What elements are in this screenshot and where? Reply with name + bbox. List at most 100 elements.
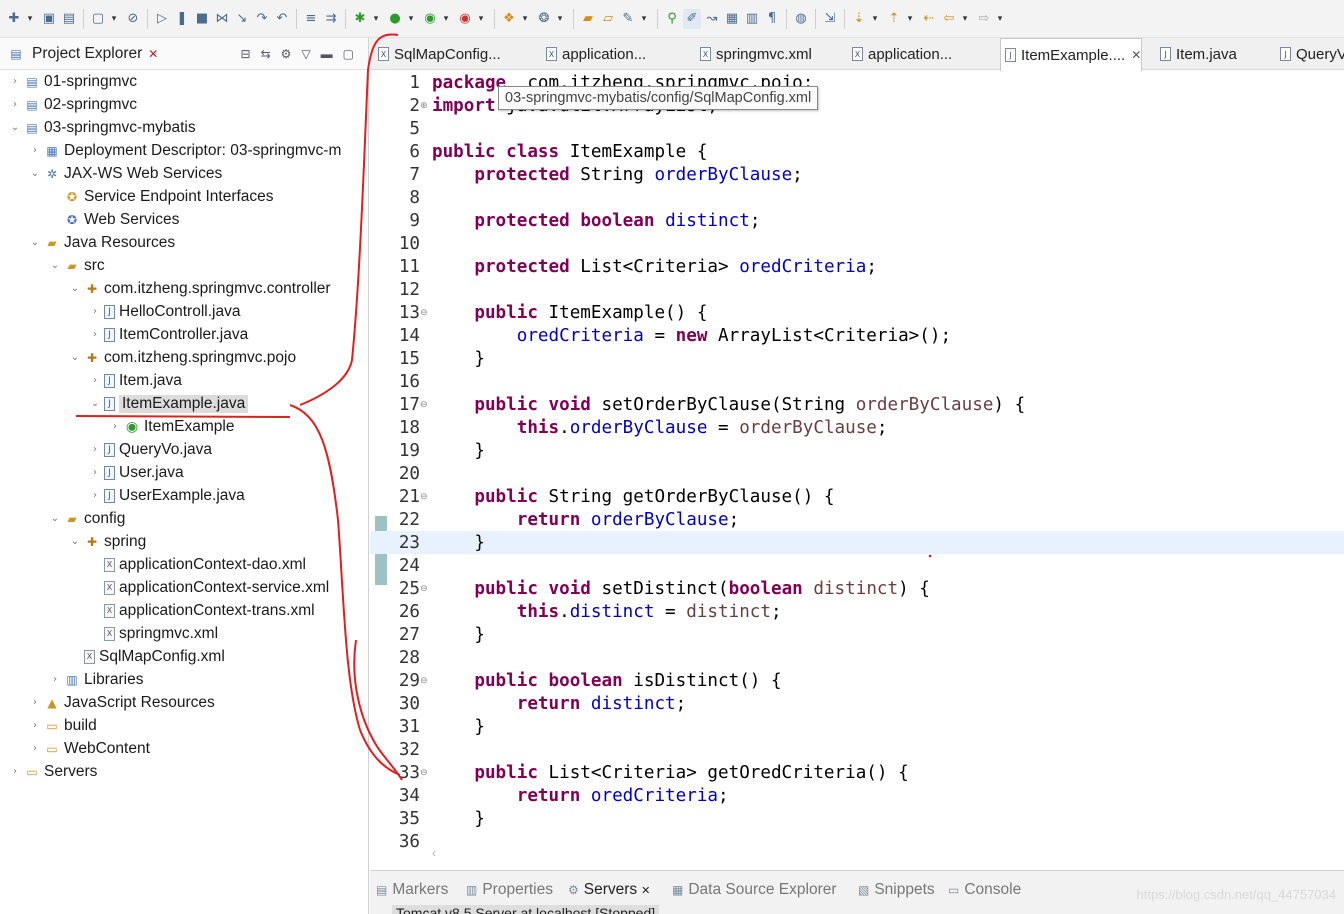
code-line[interactable]: 11 protected List<Criteria> oredCriteria… [370,255,1344,278]
collapse-all-icon[interactable]: ⊟ [241,47,251,61]
highlight-icon[interactable]: ✐ [683,8,701,29]
bottom-tab[interactable]: ▦ Data Source Explorer [672,879,837,901]
collapse-fold-icon[interactable]: ⊖ [420,676,430,686]
view-menu-icon[interactable]: ▽ [301,47,310,61]
expanded-chevron-icon[interactable]: ⌄ [28,168,42,179]
code-line[interactable]: 17 ⊖ public void setOrderByClause(String … [370,393,1344,416]
new-server-dropdown-icon[interactable]: ▾ [520,9,530,29]
editor-tab[interactable]: J ItemExample.... ✕ [1000,38,1143,71]
tree-item[interactable]: ⌄ ▰ config [48,507,126,530]
debug-dropdown-icon[interactable]: ▾ [371,9,381,29]
block-selection-icon[interactable]: ▦ [723,9,741,29]
search-dropdown-icon[interactable]: ▾ [639,9,649,29]
new-class-dropdown-icon[interactable]: ▾ [555,9,565,29]
code-line[interactable]: 6 public class ItemExample { [370,140,1344,163]
code-line[interactable]: 28 [370,646,1344,669]
code-line[interactable]: 29 ⊖ public boolean isDistinct() { [370,669,1344,692]
code-line[interactable]: 13 ⊖ public ItemExample() { [370,301,1344,324]
expanded-chevron-icon[interactable]: ⌄ [48,260,62,271]
suspend-icon[interactable]: ❚ [173,9,191,29]
tree-item[interactable]: › ◉ ItemExample [108,415,234,438]
step-into-icon[interactable]: ↘ [233,9,251,29]
coverage-dropdown-icon[interactable]: ▾ [441,9,451,29]
pilcrow-icon[interactable]: ¶ [763,9,781,29]
code-line[interactable]: 30 return distinct; [370,692,1344,715]
bottom-tab[interactable]: ▤ Markers [376,879,448,901]
collapsed-chevron-icon[interactable]: › [28,145,42,156]
code-line[interactable]: 33 ⊖ public List<Criteria> getOredCriteri… [370,761,1344,784]
code-line[interactable]: 5 [370,117,1344,140]
collapsed-chevron-icon[interactable]: › [88,467,102,478]
code-line[interactable]: 23 } [370,531,1344,554]
tree-item[interactable]: ✪ Service Endpoint Interfaces [48,185,274,208]
new-class-icon[interactable]: ❂ [535,9,553,29]
tree-item[interactable]: ⌄ ▰ Java Resources [28,231,175,254]
collapsed-chevron-icon[interactable]: › [28,720,42,731]
tree-item[interactable]: › ▤ 02-springmvc [8,93,137,116]
collapse-fold-icon[interactable]: ⊖ [420,584,430,594]
open-task-icon[interactable]: ▱ [599,9,617,29]
collapsed-chevron-icon[interactable]: › [108,421,122,432]
expanded-chevron-icon[interactable]: ⌄ [48,513,62,524]
open-perspective-icon[interactable]: ⇲ [821,9,839,29]
next-edit-icon[interactable]: ⇣ [850,9,868,29]
tree-item[interactable]: ⌄ ✚ com.itzheng.springmvc.controller [68,277,331,300]
disconnect-icon[interactable]: ⋈ [213,9,231,29]
editor-tab[interactable]: Xapplication... [848,38,952,70]
close-icon[interactable]: ✕ [148,47,158,61]
next-edit-dropdown-icon[interactable]: ▾ [870,9,880,29]
code-line[interactable]: 16 [370,370,1344,393]
tree-item[interactable]: › ▲ JavaScript Resources [28,691,215,714]
prev-edit-icon[interactable]: ⇡ [885,9,903,29]
screen-dropdown-icon[interactable]: ▾ [109,9,119,29]
new-dropdown-icon[interactable]: ▾ [25,9,35,29]
tree-item[interactable]: XapplicationContext-trans.xml [88,599,315,622]
tree-item[interactable]: › ▭ Servers [8,760,97,783]
external-tools-icon[interactable]: ◉ [456,9,474,29]
tree-item[interactable]: › J HelloControll.java [88,300,240,323]
tree-item[interactable]: X SqlMapConfig.xml [68,645,225,668]
save-all-icon[interactable]: ▤ [60,9,78,29]
collapsed-chevron-icon[interactable]: › [88,306,102,317]
prev-edit-dropdown-icon[interactable]: ▾ [905,9,915,29]
code-line[interactable]: 27 } [370,623,1344,646]
editor-tab[interactable]: X SqlMapConfig... [374,38,501,70]
code-line[interactable]: 34 return oredCriteria; [370,784,1344,807]
tree-item[interactable]: ⌄ ▤ 03-springmvc-mybatis [8,116,196,139]
collapse-fold-icon[interactable]: ⊖ [420,492,430,502]
coverage-icon[interactable]: ◉ [421,9,439,29]
collapse-fold-icon[interactable]: ⊖ [420,768,430,778]
editor-tab[interactable]: J Item.java [1156,38,1237,70]
open-type-icon[interactable]: ▰ [579,9,597,29]
tree-item[interactable]: ⌄ J ItemExample.java [88,392,249,415]
new-server-icon[interactable]: ❖ [500,9,518,29]
step-over-icon[interactable]: ↷ [253,9,271,29]
external-tools-dropdown-icon[interactable]: ▾ [476,9,486,29]
minimize-icon[interactable]: ▬ [321,47,333,61]
code-line[interactable]: 14 oredCriteria = new ArrayList<Criteria… [370,324,1344,347]
tree-item[interactable]: › ▤ 01-springmvc [8,70,137,93]
expand-fold-icon[interactable]: ⊕ [420,101,430,111]
code-line[interactable]: 19 } [370,439,1344,462]
collapsed-chevron-icon[interactable]: › [88,444,102,455]
bottom-tab[interactable]: ⚙ Servers ✕ [568,879,650,901]
collapsed-chevron-icon[interactable]: › [88,375,102,386]
code-line[interactable]: 10 [370,232,1344,255]
tree-item[interactable]: › ▦ Deployment Descriptor: 03-springmvc-m [28,139,341,162]
collapse-fold-icon[interactable]: ⊖ [420,308,430,318]
terminate-icon[interactable]: ■ [193,9,211,29]
search-icon[interactable]: ✎ [619,9,637,29]
collapsed-chevron-icon[interactable]: › [8,766,22,777]
back-icon[interactable]: ⇦ [940,9,958,29]
last-edit-icon[interactable]: ⇠ [920,9,938,29]
forward-dropdown-icon[interactable]: ▾ [995,9,1005,29]
server-entry[interactable]: Tomcat v8.5 Server at localhost [Stopped… [392,905,660,914]
editor-tab[interactable]: Xapplication... [542,38,646,70]
link-with-editor-icon[interactable]: ⇆ [261,47,271,61]
screen-icon[interactable]: ▢ [89,9,107,29]
forward-icon[interactable]: ⇨ [975,9,993,29]
collapsed-chevron-icon[interactable]: › [28,697,42,708]
run-icon[interactable]: ● [386,9,404,29]
toggle-mark-icon[interactable]: ↝ [703,9,721,29]
expanded-chevron-icon[interactable]: ⌄ [68,536,82,547]
